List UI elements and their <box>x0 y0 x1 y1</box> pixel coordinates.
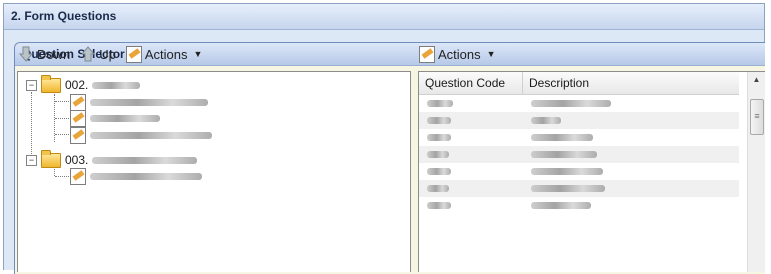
grid-header: Question Code Description <box>419 72 739 95</box>
edit-document-icon <box>125 45 142 63</box>
redacted-text <box>92 81 141 89</box>
tree-item-question[interactable] <box>70 93 208 111</box>
redacted-text <box>427 134 451 141</box>
table-row[interactable] <box>419 146 739 163</box>
arrow-up-icon <box>81 46 96 62</box>
column-description[interactable]: Description <box>523 72 739 94</box>
right-actions-label: Actions <box>438 46 481 62</box>
collapse-icon[interactable]: − <box>26 79 37 91</box>
down-label: Down <box>37 46 71 62</box>
tree-item-folder[interactable]: − 002. <box>26 74 141 93</box>
left-actions-label: Actions <box>144 46 188 62</box>
redacted-text <box>427 168 451 175</box>
tree-item-label: 002. <box>65 78 89 92</box>
redacted-text <box>427 185 449 192</box>
table-row[interactable] <box>419 180 739 197</box>
up-label: Up <box>99 46 116 62</box>
right-toolbar: Actions ▼ <box>419 44 496 64</box>
form-questions-title: 2. Form Questions <box>4 4 764 30</box>
tree-item-folder[interactable]: − 003. <box>26 149 198 168</box>
vertical-scrollbar[interactable]: ▲ ≡ <box>747 72 765 272</box>
redacted-text <box>90 131 212 139</box>
folder-icon <box>41 149 61 168</box>
chevron-down-icon: ▼ <box>486 49 496 59</box>
question-tree[interactable]: − 002. − 003. <box>17 71 411 272</box>
down-button[interactable]: Down <box>18 46 70 62</box>
tree-item-question[interactable] <box>70 109 160 127</box>
tree-item-label: 003. <box>65 153 89 167</box>
redacted-text <box>90 172 202 180</box>
redacted-text <box>531 117 561 124</box>
redacted-text <box>90 98 208 106</box>
right-actions-button[interactable]: Actions ▼ <box>419 45 496 63</box>
redacted-text <box>427 202 451 209</box>
arrow-down-icon <box>18 46 34 62</box>
redacted-text <box>92 156 198 164</box>
question-grid[interactable]: Question Code Description ▲ ≡ <box>418 71 765 272</box>
table-row[interactable] <box>419 197 739 214</box>
question-document-icon <box>70 93 86 111</box>
edit-document-icon <box>419 45 435 63</box>
redacted-text <box>427 117 451 124</box>
question-document-icon <box>70 126 86 144</box>
redacted-text <box>427 100 453 107</box>
left-actions-button[interactable]: Actions ▼ <box>125 45 203 63</box>
tree-item-question[interactable] <box>70 167 202 185</box>
up-button[interactable]: Up <box>80 46 116 62</box>
redacted-text <box>90 114 160 122</box>
question-document-icon <box>70 167 86 185</box>
folder-icon <box>41 74 61 93</box>
chevron-down-icon: ▼ <box>193 49 203 59</box>
collapse-icon[interactable]: − <box>26 154 37 166</box>
redacted-text <box>531 134 593 141</box>
question-document-icon <box>70 109 86 127</box>
redacted-text <box>427 151 449 158</box>
table-row[interactable] <box>419 163 739 180</box>
redacted-text <box>531 151 597 158</box>
tree-item-question[interactable] <box>70 126 212 144</box>
form-questions-panel: 2. Form Questions Question Selector Down… <box>3 3 765 274</box>
column-question-code[interactable]: Question Code <box>419 72 523 94</box>
table-row[interactable] <box>419 95 739 112</box>
redacted-text <box>531 202 591 209</box>
redacted-text <box>531 168 603 175</box>
scroll-up-icon[interactable]: ▲ <box>749 72 764 88</box>
scroll-thumb[interactable]: ≡ <box>750 99 764 135</box>
table-row[interactable] <box>419 129 739 146</box>
table-row[interactable] <box>419 112 739 129</box>
redacted-text <box>531 185 605 192</box>
left-toolbar: Down Up Actions ▼ <box>18 44 202 64</box>
redacted-text <box>531 100 611 107</box>
